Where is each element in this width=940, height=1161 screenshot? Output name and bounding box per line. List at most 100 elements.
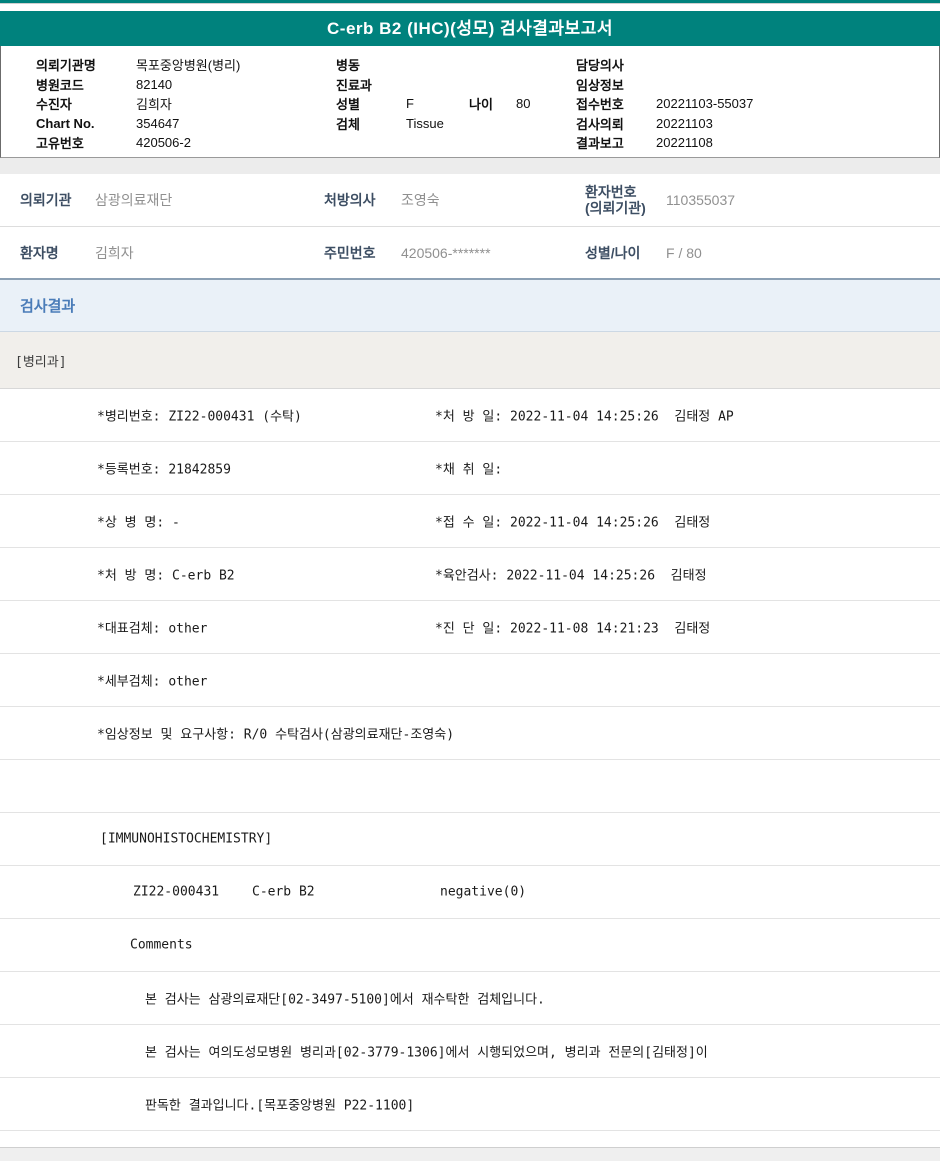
patient-name-value: 김희자 bbox=[95, 243, 134, 263]
section-divider bbox=[0, 158, 940, 174]
patient-number-label-line2: (의뢰기관) bbox=[585, 200, 646, 216]
referral-org-label: 의뢰기관 bbox=[20, 190, 72, 210]
info-label: 접수번호 bbox=[576, 94, 656, 113]
sex-age-value: F / 80 bbox=[666, 245, 702, 261]
info-label: 고유번호 bbox=[36, 133, 136, 152]
info-value: 354647 bbox=[136, 116, 179, 131]
ihc-section-row: [IMMUNOHISTOCHEMISTRY] bbox=[0, 813, 940, 866]
info-label: 병원코드 bbox=[36, 75, 136, 94]
info-label: 담당의사 bbox=[576, 55, 656, 74]
info-column-specimen: 병동 진료과 성별F나이80 검체Tissue bbox=[336, 55, 530, 133]
detail-left: *병리번호: ZI22-000431 (수탁) bbox=[97, 406, 302, 425]
detail-row-prescription-name: *처 방 명: C-erb B2 *육안검사: 2022-11-04 14:25… bbox=[0, 548, 940, 601]
prescribing-doctor-label: 처방의사 bbox=[324, 190, 376, 210]
info-value: Tissue bbox=[406, 116, 469, 131]
comment-line: 본 검사는 여의도성모병원 병리과[02-3779-1306]에서 시행되었으며… bbox=[145, 1042, 708, 1061]
patient-number-value: 110355037 bbox=[666, 192, 735, 208]
comment-line: 판독한 결과입니다.[목포중앙병원 P22-1100] bbox=[145, 1095, 414, 1114]
info-label: 병동 bbox=[336, 55, 406, 74]
info-label-age: 나이 bbox=[469, 94, 516, 113]
top-gap bbox=[0, 4, 940, 11]
info-label: 검사의뢰 bbox=[576, 114, 656, 133]
comment-row-1: 본 검사는 삼광의료재단[02-3497-5100]에서 재수탁한 검체입니다. bbox=[0, 972, 940, 1025]
info-value: 20221103-55037 bbox=[656, 96, 753, 111]
footer-strip bbox=[0, 1147, 940, 1161]
specimen-number: ZI22-000431 bbox=[133, 885, 219, 900]
info-value: F bbox=[406, 96, 469, 111]
detail-row-clinical-info: *임상정보 및 요구사항: R/0 수탁검사(삼광의료재단-조영숙) bbox=[0, 707, 940, 760]
info-label: 진료과 bbox=[336, 75, 406, 94]
info-value: 20221103 bbox=[656, 116, 713, 131]
info-label: 임상정보 bbox=[576, 75, 656, 94]
info-row: Chart No.354647 bbox=[36, 114, 240, 134]
detail-left: *등록번호: 21842859 bbox=[97, 459, 231, 478]
comment-line: 본 검사는 삼광의료재단[02-3497-5100]에서 재수탁한 검체입니다. bbox=[145, 989, 545, 1008]
comments-header-row: Comments bbox=[0, 919, 940, 972]
info-row: 검체Tissue bbox=[336, 114, 530, 134]
report-title-bar: C-erb B2 (IHC)(성모) 검사결과보고서 bbox=[0, 11, 940, 46]
info-row: 접수번호20221103-55037 bbox=[576, 94, 753, 114]
info-value: 420506-2 bbox=[136, 135, 191, 150]
info-value: 20221108 bbox=[656, 135, 713, 150]
info-label: Chart No. bbox=[36, 116, 136, 131]
comment-row-3: 판독한 결과입니다.[목포중앙병원 P22-1100] bbox=[0, 1078, 940, 1131]
result-section-heading: 검사결과 bbox=[0, 280, 940, 332]
lab-report-page: { "colors": { "teal_accent": "#00827d", … bbox=[0, 0, 940, 1161]
info-value-age: 80 bbox=[516, 96, 530, 111]
detail-right: *처 방 일: 2022-11-04 14:25:26 김태정 AP bbox=[435, 406, 734, 425]
patient-number-label: 환자번호(의뢰기관) bbox=[585, 184, 646, 216]
info-value: 목포중앙병원(병리) bbox=[136, 55, 240, 74]
detail-left: *처 방 명: C-erb B2 bbox=[97, 565, 235, 584]
detail-left: *임상정보 및 요구사항: R/0 수탁검사(삼광의료재단-조영숙) bbox=[97, 724, 454, 743]
detail-row-diagnosis-name: *상 병 명: - *접 수 일: 2022-11-04 14:25:26 김태… bbox=[0, 495, 940, 548]
info-row: 수진자김희자 bbox=[36, 94, 240, 114]
info-column-reception: 담당의사 임상정보 접수번호20221103-55037 검사의뢰2022110… bbox=[576, 55, 753, 153]
detail-left: *세부검체: other bbox=[97, 671, 207, 690]
info-label: 의뢰기관명 bbox=[36, 55, 136, 74]
blank-row bbox=[0, 760, 940, 813]
result-heading-text: 검사결과 bbox=[20, 295, 75, 316]
detail-row-sub-specimen: *세부검체: other bbox=[0, 654, 940, 707]
test-name: C-erb B2 bbox=[252, 885, 315, 900]
resident-number-value: 420506-******* bbox=[401, 245, 491, 261]
info-row: 고유번호420506-2 bbox=[36, 133, 240, 153]
detail-row-main-specimen: *대표검체: other *진 단 일: 2022-11-08 14:21:23… bbox=[0, 601, 940, 654]
info-row: 임상정보 bbox=[576, 75, 753, 95]
detail-row-registration-number: *등록번호: 21842859 *채 취 일: bbox=[0, 442, 940, 495]
info-row: 성별F나이80 bbox=[336, 94, 530, 114]
info-row: 병원코드82140 bbox=[36, 75, 240, 95]
info-value: 김희자 bbox=[136, 94, 172, 113]
detail-right: *접 수 일: 2022-11-04 14:25:26 김태정 bbox=[435, 512, 710, 531]
detail-right: *채 취 일: bbox=[435, 459, 502, 478]
info-row: 의뢰기관명목포중앙병원(병리) bbox=[36, 55, 240, 75]
info-row: 병동 bbox=[336, 55, 530, 75]
ihc-section-label: [IMMUNOHISTOCHEMISTRY] bbox=[100, 832, 272, 847]
patient-row-identity: 환자명 김희자 주민번호 420506-******* 성별/나이 F / 80 bbox=[0, 227, 940, 280]
sex-age-label: 성별/나이 bbox=[585, 243, 640, 263]
info-label: 성별 bbox=[336, 94, 406, 113]
patient-number-label-line1: 환자번호 bbox=[585, 184, 637, 200]
info-row: 진료과 bbox=[336, 75, 530, 95]
test-result-value: negative(0) bbox=[440, 885, 526, 900]
prescribing-doctor-value: 조영숙 bbox=[401, 190, 440, 210]
department-row: [병리과] bbox=[0, 332, 940, 389]
info-label: 결과보고 bbox=[576, 133, 656, 152]
comments-label: Comments bbox=[130, 938, 193, 953]
comment-row-2: 본 검사는 여의도성모병원 병리과[02-3779-1306]에서 시행되었으며… bbox=[0, 1025, 940, 1078]
patient-row-referral: 의뢰기관 삼광의료재단 처방의사 조영숙 환자번호(의뢰기관) 11035503… bbox=[0, 174, 940, 227]
report-title: C-erb B2 (IHC)(성모) 검사결과보고서 bbox=[327, 19, 613, 38]
detail-right: *진 단 일: 2022-11-08 14:21:23 김태정 bbox=[435, 618, 710, 637]
detail-left: *대표검체: other bbox=[97, 618, 207, 637]
info-label: 수진자 bbox=[36, 94, 136, 113]
info-row: 담당의사 bbox=[576, 55, 753, 75]
header-info-box: 의뢰기관명목포중앙병원(병리) 병원코드82140 수진자김희자 Chart N… bbox=[0, 46, 940, 158]
ihc-result-row: ZI22-000431 C-erb B2 negative(0) bbox=[0, 866, 940, 919]
resident-number-label: 주민번호 bbox=[324, 243, 376, 263]
info-row: 검사의뢰20221103 bbox=[576, 114, 753, 134]
info-row: 결과보고20221108 bbox=[576, 133, 753, 153]
info-label: 검체 bbox=[336, 114, 406, 133]
info-column-requesting-org: 의뢰기관명목포중앙병원(병리) 병원코드82140 수진자김희자 Chart N… bbox=[36, 55, 240, 153]
detail-row-pathology-number: *병리번호: ZI22-000431 (수탁) *처 방 일: 2022-11-… bbox=[0, 389, 940, 442]
info-value: 82140 bbox=[136, 77, 172, 92]
referral-org-value: 삼광의료재단 bbox=[95, 190, 172, 210]
